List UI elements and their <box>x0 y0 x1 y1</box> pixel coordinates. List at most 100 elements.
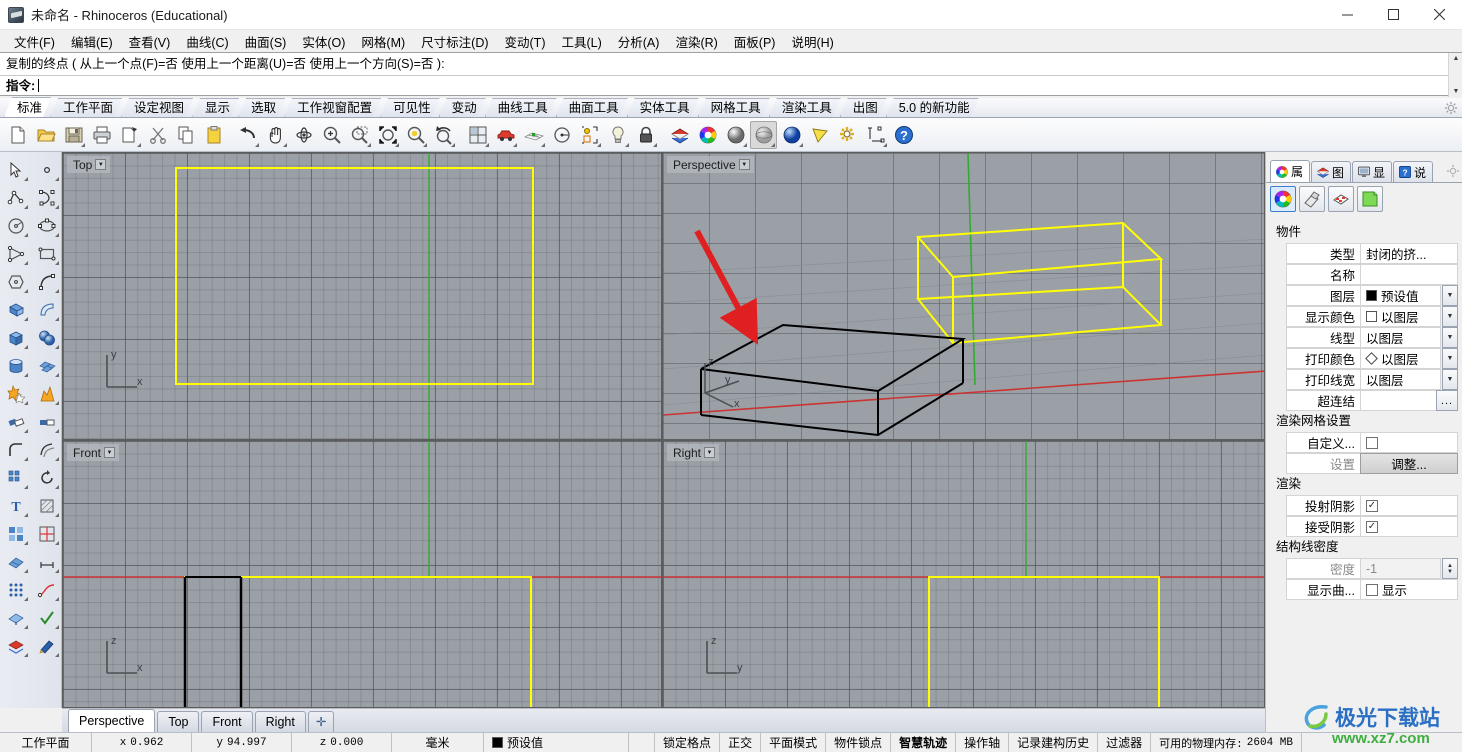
copy-page-button[interactable] <box>116 121 143 149</box>
menu-item-4[interactable]: 曲面(S) <box>237 30 295 53</box>
flyout-indicator[interactable] <box>541 142 545 147</box>
toolbar-tab-13[interactable]: 出图 <box>840 98 887 117</box>
viewport-tab-perspective[interactable]: Perspective <box>68 709 156 732</box>
property-value[interactable]: ✓ <box>1360 516 1458 537</box>
group-tool-button[interactable] <box>0 520 31 548</box>
maximize-icon[interactable] <box>1370 0 1416 30</box>
flyout-indicator[interactable] <box>24 205 28 209</box>
chevron-down-icon[interactable]: ▼ <box>1442 285 1458 306</box>
chevron-down-icon[interactable]: ▼ <box>1442 327 1458 348</box>
property-value[interactable]: 封闭的挤... <box>1360 243 1458 264</box>
command-scrollbar[interactable]: ▲ ▼ <box>1448 53 1462 97</box>
command-input-row[interactable]: 指令: <box>0 76 1448 97</box>
rotate-tool-button[interactable] <box>31 464 62 492</box>
options-gear-button[interactable] <box>834 121 861 149</box>
property-value[interactable]: 预设值 <box>1360 285 1441 306</box>
grid-points-tool-button[interactable] <box>0 576 31 604</box>
light-bulb-button[interactable] <box>604 121 631 149</box>
status-layer[interactable]: 预设值 <box>484 733 629 752</box>
toolbar-tab-8[interactable]: 曲线工具 <box>485 98 557 117</box>
osnap-circle-button[interactable] <box>548 121 575 149</box>
menu-item-7[interactable]: 尺寸标注(D) <box>413 30 496 53</box>
boolean-split-tool-button[interactable] <box>31 380 62 408</box>
ellipse-tool-button[interactable] <box>31 212 62 240</box>
flyout-indicator[interactable] <box>24 401 28 405</box>
viewport-right[interactable]: Right ▼ z y <box>662 440 1265 708</box>
flyout-indicator[interactable] <box>55 373 59 377</box>
menu-item-10[interactable]: 分析(A) <box>610 30 668 53</box>
offset-tool-button[interactable] <box>31 436 62 464</box>
dimension-linear-tool-button[interactable] <box>31 548 62 576</box>
flyout-indicator[interactable] <box>55 317 59 321</box>
viewport-label-right[interactable]: Right ▼ <box>667 444 720 461</box>
menu-item-1[interactable]: 编辑(E) <box>63 30 121 53</box>
viewport-tab-right[interactable]: Right <box>254 711 306 732</box>
flyout-indicator[interactable] <box>55 541 59 545</box>
toolbar-tab-14[interactable]: 5.0 的新功能 <box>886 98 979 117</box>
rotate-view-button[interactable] <box>290 121 317 149</box>
flyout-indicator[interactable] <box>597 142 601 147</box>
analyze-tool-button[interactable] <box>31 520 62 548</box>
flyout-indicator[interactable] <box>24 653 28 657</box>
menu-item-12[interactable]: 面板(P) <box>726 30 784 53</box>
ghosted-sphere-button[interactable] <box>750 120 777 149</box>
zoom-window-button[interactable] <box>346 121 373 149</box>
toolbar-tab-10[interactable]: 实体工具 <box>627 98 699 117</box>
cut-scissors-button[interactable] <box>144 121 171 149</box>
status-coord-y[interactable]: y 94.997 <box>192 733 292 752</box>
property-value[interactable]: 以图层 <box>1360 369 1441 390</box>
zoom-selected-button[interactable] <box>402 121 429 149</box>
menu-item-9[interactable]: 工具(L) <box>553 30 609 53</box>
curve-tools-tool-button[interactable] <box>31 576 62 604</box>
property-value[interactable]: 以图层 <box>1360 306 1441 327</box>
grid-snap-button[interactable] <box>520 121 547 149</box>
toolbar-tab-0[interactable]: 标准 <box>4 97 51 117</box>
chevron-down-icon[interactable]: ▼ <box>704 447 716 458</box>
pan-hand-button[interactable] <box>262 121 289 149</box>
flyout-indicator[interactable] <box>55 625 59 629</box>
menu-item-5[interactable]: 实体(O) <box>294 30 353 53</box>
flyout-indicator[interactable] <box>55 289 59 293</box>
viewport-perspective[interactable]: Perspective ▼ z y x <box>662 152 1265 440</box>
add-viewport-tab-button[interactable]: ✛ <box>307 711 335 732</box>
toolbar-tab-11[interactable]: 网格工具 <box>698 98 770 117</box>
polyline-tool-button[interactable] <box>0 184 31 212</box>
flyout-indicator[interactable] <box>513 142 517 147</box>
text-tool-button[interactable]: T <box>0 492 31 520</box>
flat-shade-button[interactable] <box>806 121 833 149</box>
point-tool-button[interactable] <box>31 156 62 184</box>
arc-tool-button[interactable] <box>31 268 62 296</box>
gear-icon[interactable] <box>1444 101 1458 115</box>
layer-button[interactable] <box>666 121 693 149</box>
flyout-indicator[interactable] <box>81 142 85 147</box>
status-toggle-3[interactable]: 物件锁点 <box>826 733 892 752</box>
status-toggle-0[interactable]: 锁定格点 <box>655 733 721 752</box>
box-tool-button[interactable] <box>0 324 31 352</box>
flyout-indicator[interactable] <box>24 597 28 601</box>
viewport-label-top[interactable]: Top ▼ <box>67 156 111 173</box>
flyout-indicator[interactable] <box>24 317 28 321</box>
spinner-stepper[interactable]: ▲ ▼ <box>1442 558 1458 579</box>
status-coord-z[interactable]: z 0.000 <box>292 733 392 752</box>
flyout-indicator[interactable] <box>24 261 28 265</box>
dimension-button[interactable] <box>862 121 889 149</box>
print-button[interactable] <box>88 121 115 149</box>
flyout-indicator[interactable] <box>24 485 28 489</box>
four-viewport-button[interactable] <box>464 121 491 149</box>
surface-edit-tool-button[interactable] <box>0 604 31 632</box>
property-value[interactable]: -1 <box>1360 558 1441 579</box>
flyout-indicator[interactable] <box>55 457 59 461</box>
flyout-indicator[interactable] <box>24 373 28 377</box>
status-toggle-1[interactable]: 正交 <box>720 733 762 752</box>
checkbox[interactable]: ✓ <box>1366 520 1378 533</box>
property-value[interactable]: 调整... <box>1360 453 1458 474</box>
zoom-previous-button[interactable] <box>430 121 457 149</box>
flyout-indicator[interactable] <box>423 142 427 147</box>
flyout-indicator[interactable] <box>24 177 28 181</box>
flyout-indicator[interactable] <box>451 142 455 147</box>
property-value[interactable] <box>1360 264 1458 285</box>
mesh-plane-tool-button[interactable] <box>31 352 62 380</box>
panel-tab-0[interactable]: 属 <box>1270 160 1311 182</box>
flyout-indicator[interactable] <box>55 401 59 405</box>
flyout-indicator[interactable] <box>55 233 59 237</box>
